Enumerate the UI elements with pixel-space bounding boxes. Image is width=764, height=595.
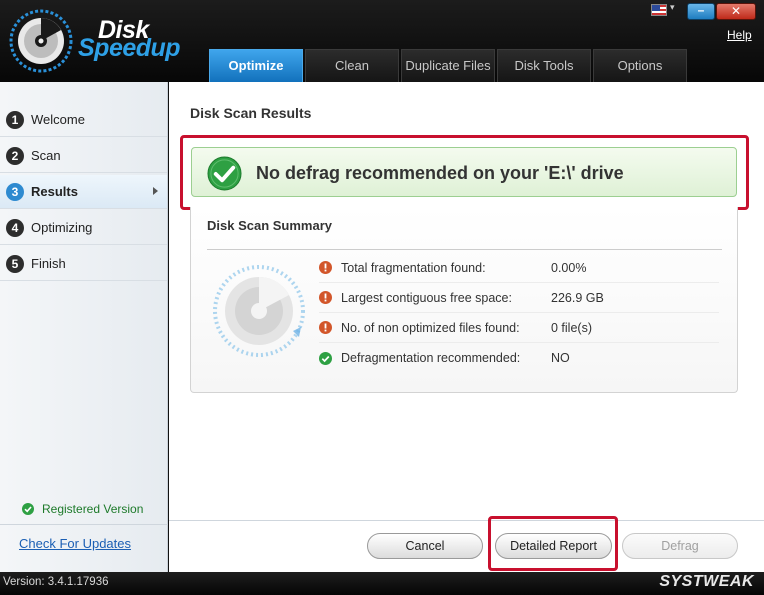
sidebar-item-optimizing[interactable]: 4 Optimizing (0, 211, 167, 245)
cancel-button[interactable]: Cancel (367, 533, 483, 559)
summary-title: Disk Scan Summary (207, 218, 333, 233)
step-number-badge: 4 (6, 218, 24, 237)
highlight-frame (180, 135, 749, 210)
divider (169, 520, 764, 521)
tab-options[interactable]: Options (593, 49, 687, 82)
summary-value: NO (551, 351, 570, 365)
close-button[interactable]: ✕ (716, 3, 756, 20)
help-link[interactable]: Help (727, 28, 752, 42)
tab-optimize[interactable]: Optimize (209, 49, 303, 82)
language-dropdown-icon[interactable]: ▾ (670, 2, 675, 13)
registered-version-label: Registered Version (42, 502, 144, 516)
version-label: Version: 3.4.1.17936 (3, 576, 109, 588)
app-header: Disk Speedup ▾ – ✕ Help Optimize Clean D… (0, 0, 764, 82)
summary-row-free-space: Largest contiguous free space: 226.9 GB (319, 283, 719, 313)
summary-row-fragmentation: Total fragmentation found: 0.00% (319, 253, 719, 283)
check-for-updates-link[interactable]: Check For Updates (19, 536, 131, 551)
check-icon (22, 503, 34, 515)
highlight-frame (488, 516, 618, 571)
main-tabs: Optimize Clean Duplicate Files Disk Tool… (209, 49, 689, 82)
us-flag-icon[interactable] (651, 4, 667, 16)
step-number-badge: 3 (6, 182, 24, 201)
sidebar-item-scan[interactable]: 2 Scan (0, 139, 167, 173)
summary-row-defrag-recommended: Defragmentation recommended: NO (319, 343, 719, 373)
chevron-right-icon (153, 187, 158, 195)
sidebar-item-results[interactable]: 3 Results (0, 175, 167, 209)
summary-row-non-optimized: No. of non optimized files found: 0 file… (319, 313, 719, 343)
divider (0, 524, 168, 525)
tab-clean[interactable]: Clean (305, 49, 399, 82)
sidebar-item-label: Welcome (31, 112, 85, 127)
sidebar-item-label: Finish (31, 256, 66, 271)
steps-sidebar: 1 Welcome 2 Scan 3 Results 4 Optimizing … (0, 82, 168, 572)
brand-name-line2: Speedup (78, 34, 181, 62)
disk-watermark-icon (213, 265, 305, 357)
warning-icon (319, 321, 332, 334)
step-number-badge: 1 (6, 110, 24, 129)
tab-disk-tools[interactable]: Disk Tools (497, 49, 591, 82)
summary-value: 0.00% (551, 260, 587, 275)
page-title: Disk Scan Results (190, 105, 312, 121)
systweak-logo: SYSTWEAK (659, 573, 754, 590)
sidebar-item-label: Scan (31, 148, 61, 163)
registered-status: Registered Version (22, 502, 143, 516)
divider (207, 249, 722, 250)
check-icon (319, 351, 332, 365)
disk-speedup-logo-icon (9, 9, 73, 73)
tab-duplicate-files[interactable]: Duplicate Files (401, 49, 495, 82)
summary-value: 0 file(s) (551, 320, 592, 335)
step-number-badge: 2 (6, 146, 24, 165)
summary-value: 226.9 GB (551, 290, 604, 305)
summary-label: No. of non optimized files found: (341, 320, 520, 335)
sidebar-item-welcome[interactable]: 1 Welcome (0, 103, 167, 137)
step-number-badge: 5 (6, 254, 24, 273)
warning-icon (319, 291, 332, 304)
main-panel: Disk Scan Results No defrag recommended … (169, 82, 764, 572)
sidebar-item-label: Results (31, 184, 78, 199)
summary-label: Largest contiguous free space: (341, 290, 512, 305)
warning-icon (319, 261, 332, 274)
defrag-button[interactable]: Defrag (622, 533, 738, 559)
scan-summary-panel: Disk Scan Summary Total fragmentation fo… (190, 207, 738, 393)
sidebar-item-finish[interactable]: 5 Finish (0, 247, 167, 281)
minimize-button[interactable]: – (687, 3, 715, 20)
sidebar-item-label: Optimizing (31, 220, 93, 235)
status-bar: Version: 3.4.1.17936 SYSTWEAK (0, 572, 764, 595)
summary-label: Total fragmentation found: (341, 260, 486, 275)
summary-label: Defragmentation recommended: (341, 351, 521, 365)
